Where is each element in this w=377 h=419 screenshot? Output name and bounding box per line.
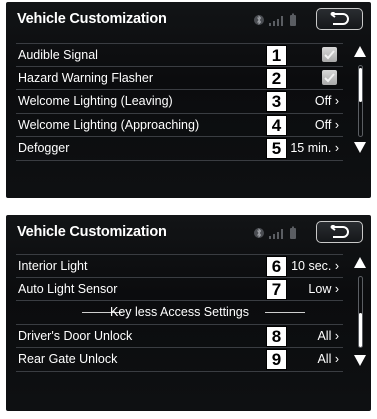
setting-row-defogger[interactable]: Defogger 5 15 min. › [16, 137, 343, 161]
screen-header: Vehicle Customization [6, 215, 371, 251]
setting-value: Off › [314, 117, 339, 132]
check-icon [324, 50, 335, 60]
checkbox[interactable] [322, 69, 337, 85]
checkbox[interactable] [322, 47, 337, 62]
battery-icon [290, 226, 296, 239]
signal-strength-icon [269, 229, 283, 239]
bluetooth-icon [254, 13, 296, 26]
back-button[interactable] [316, 221, 363, 243]
settings-list: Interior Light 6 10 sec. › Auto Light Se… [16, 254, 343, 372]
setting-row-audible-signal[interactable]: Audible Signal 1 [16, 43, 343, 67]
callout-number: 8 [266, 325, 287, 347]
scroll-up-icon[interactable] [354, 257, 366, 268]
callout-number: 9 [266, 349, 287, 370]
settings-list: Audible Signal 1 Hazard Warning Flasher … [16, 43, 343, 161]
status-icons [254, 226, 304, 240]
callout-number: 7 [266, 278, 287, 300]
setting-label: Rear Gate Unlock [18, 352, 118, 366]
setting-value: Off › [314, 94, 339, 108]
scroll-thumb[interactable] [359, 68, 362, 102]
vehicle-customization-screen-2: Vehicle Customization Interior Light 6 1… [6, 215, 371, 411]
page-title: Vehicle Customization [17, 224, 167, 240]
status-icons [254, 13, 304, 27]
setting-label: Defogger [18, 141, 70, 155]
scroll-down-icon[interactable] [354, 355, 366, 366]
section-header-key-less-access: Key less Access Settings [16, 301, 343, 325]
callout-number: 4 [266, 114, 287, 136]
callout-number: 2 [266, 67, 287, 89]
scroll-down-icon[interactable] [354, 142, 366, 153]
setting-row-welcome-lighting-leaving[interactable]: Welcome Lighting (Leaving) 3 Off › [16, 90, 343, 114]
setting-label: Welcome Lighting (Leaving) [18, 94, 173, 108]
back-button[interactable] [316, 8, 363, 30]
setting-label: Audible Signal [18, 48, 98, 62]
callout-number: 6 [266, 256, 287, 277]
setting-value: All › [317, 352, 339, 366]
scrollbar[interactable] [358, 276, 363, 348]
signal-strength-icon [269, 16, 283, 26]
setting-label: Auto Light Sensor [18, 281, 118, 296]
page-title: Vehicle Customization [17, 11, 167, 27]
scroll-thumb[interactable] [359, 313, 362, 347]
callout-number: 5 [266, 138, 287, 159]
callout-number: 3 [266, 91, 287, 112]
back-arrow-icon [330, 12, 349, 25]
setting-row-auto-light-sensor[interactable]: Auto Light Sensor 7 Low › [16, 278, 343, 301]
vehicle-customization-screen-1: Vehicle Customization Audible Signal 1 H… [6, 2, 371, 198]
setting-value: All › [317, 328, 339, 343]
screen-header: Vehicle Customization [6, 2, 371, 38]
battery-icon [290, 13, 296, 26]
setting-label: Driver's Door Unlock [18, 328, 133, 343]
setting-row-interior-light[interactable]: Interior Light 6 10 sec. › [16, 254, 343, 278]
setting-row-welcome-lighting-approaching[interactable]: Welcome Lighting (Approaching) 4 Off › [16, 114, 343, 137]
setting-value: Low › [308, 281, 339, 296]
section-divider [265, 312, 305, 313]
callout-number: 1 [266, 45, 287, 66]
bluetooth-icon [254, 226, 296, 239]
check-icon [324, 72, 335, 82]
setting-value: 10 sec. › [291, 259, 339, 273]
setting-label: Welcome Lighting (Approaching) [18, 117, 200, 132]
scroll-up-icon[interactable] [354, 46, 366, 57]
back-arrow-icon [330, 225, 349, 238]
manual-page: Vehicle Customization Audible Signal 1 H… [0, 0, 377, 419]
setting-row-drivers-door-unlock[interactable]: Driver's Door Unlock 8 All › [16, 325, 343, 348]
setting-label: Hazard Warning Flasher [18, 70, 154, 85]
setting-value: 15 min. › [290, 141, 339, 155]
setting-label: Interior Light [18, 259, 88, 273]
scrollbar[interactable] [358, 65, 363, 137]
setting-row-rear-gate-unlock[interactable]: Rear Gate Unlock 9 All › [16, 348, 343, 372]
setting-row-hazard-warning-flasher[interactable]: Hazard Warning Flasher 2 [16, 67, 343, 90]
